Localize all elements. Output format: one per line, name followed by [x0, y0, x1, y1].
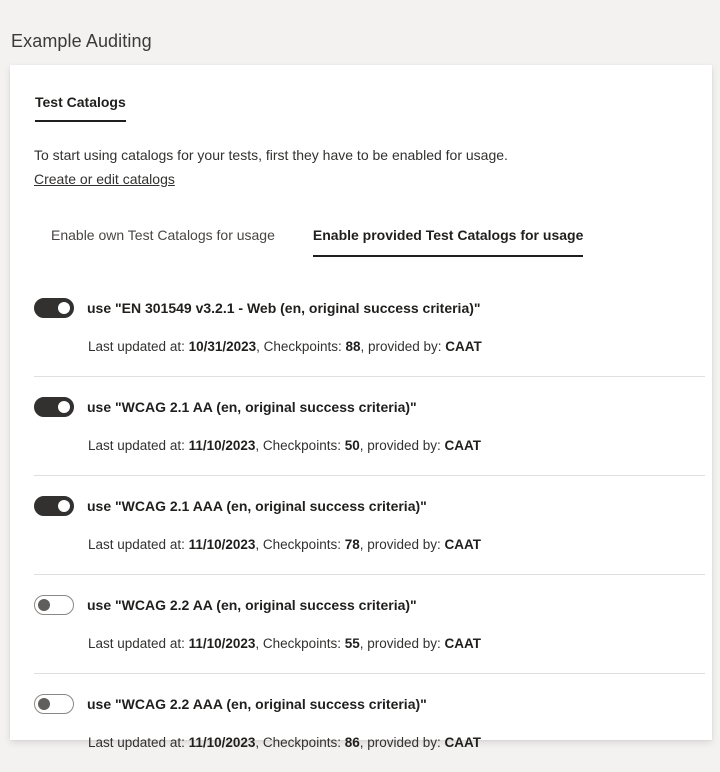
meta-provided-by-label: , provided by:: [360, 339, 446, 354]
catalog-row: use "WCAG 2.2 AA (en, original success c…: [10, 574, 712, 673]
meta-checkpoints-label: , Checkpoints:: [255, 438, 345, 453]
catalog-row-inner: use "WCAG 2.2 AA (en, original success c…: [34, 574, 705, 673]
catalog-row-header: use "WCAG 2.2 AA (en, original success c…: [34, 593, 681, 617]
catalog-row-inner: use "WCAG 2.1 AAA (en, original success …: [34, 475, 705, 574]
toggle-knob-icon: [38, 599, 50, 611]
catalog-meta: Last updated at: 11/10/2023, Checkpoints…: [34, 617, 681, 673]
meta-provided-by-value: CAAT: [444, 537, 482, 552]
meta-last-updated-label: Last updated at:: [88, 438, 189, 453]
toggle-knob-icon: [58, 302, 70, 314]
intro-section: To start using catalogs for your tests, …: [10, 122, 712, 189]
meta-provided-by-label: , provided by:: [359, 735, 445, 750]
meta-last-updated-value: 11/10/2023: [188, 636, 256, 651]
catalog-row: use "WCAG 2.1 AAA (en, original success …: [10, 475, 712, 574]
toggle-knob-icon: [38, 698, 50, 710]
catalog-meta: Last updated at: 11/10/2023, Checkpoints…: [34, 518, 681, 574]
page-title: Example Auditing: [11, 31, 152, 51]
catalog-row: use "WCAG 2.2 AAA (en, original success …: [10, 673, 712, 772]
create-or-edit-catalogs-link[interactable]: Create or edit catalogs: [34, 169, 175, 189]
intro-text: To start using catalogs for your tests, …: [34, 147, 508, 163]
catalog-row-header: use "EN 301549 v3.2.1 - Web (en, origina…: [34, 296, 681, 320]
catalog-label: use "EN 301549 v3.2.1 - Web (en, origina…: [87, 299, 481, 316]
catalog-row-header: use "WCAG 2.1 AA (en, original success c…: [34, 395, 681, 419]
pivot-tab-1[interactable]: Enable provided Test Catalogs for usage: [312, 226, 584, 257]
meta-provided-by-value: CAAT: [444, 438, 482, 453]
catalog-label: use "WCAG 2.2 AAA (en, original success …: [87, 695, 427, 712]
meta-last-updated-label: Last updated at:: [88, 339, 189, 354]
catalog-row-inner: use "WCAG 2.1 AA (en, original success c…: [34, 376, 705, 475]
catalog-row: use "WCAG 2.1 AA (en, original success c…: [10, 376, 712, 475]
meta-checkpoints-value: 78: [344, 537, 360, 552]
meta-checkpoints-value: 55: [344, 636, 360, 651]
meta-checkpoints-value: 88: [345, 339, 361, 354]
meta-checkpoints-label: , Checkpoints:: [255, 735, 345, 750]
catalog-label: use "WCAG 2.1 AA (en, original success c…: [87, 398, 417, 415]
pivot-tab-0[interactable]: Enable own Test Catalogs for usage: [51, 226, 275, 257]
meta-checkpoints-value: 50: [344, 438, 360, 453]
pivot-tabs: Enable own Test Catalogs for usage Enable…: [10, 189, 712, 257]
catalog-toggle-4[interactable]: [34, 694, 74, 714]
meta-last-updated-label: Last updated at:: [88, 537, 189, 552]
catalog-meta: Last updated at: 11/10/2023, Checkpoints…: [34, 716, 681, 772]
catalog-row-inner: use "EN 301549 v3.2.1 - Web (en, origina…: [34, 278, 705, 376]
meta-last-updated-value: 11/10/2023: [188, 537, 256, 552]
meta-provided-by-label: , provided by:: [359, 537, 445, 552]
meta-checkpoints-value: 86: [344, 735, 360, 750]
meta-last-updated-label: Last updated at:: [88, 636, 189, 651]
meta-provided-by-label: , provided by:: [359, 438, 445, 453]
meta-provided-by-value: CAAT: [445, 339, 482, 354]
meta-provided-by-value: CAAT: [444, 735, 482, 750]
catalog-meta: Last updated at: 10/31/2023, Checkpoints…: [34, 320, 681, 376]
meta-last-updated-value: 11/10/2023: [188, 438, 256, 453]
meta-last-updated-value: 10/31/2023: [188, 339, 257, 354]
catalog-toggle-0[interactable]: [34, 298, 74, 318]
tab-test-catalogs[interactable]: Test Catalogs: [35, 93, 126, 122]
catalog-row-header: use "WCAG 2.2 AAA (en, original success …: [34, 692, 681, 716]
catalog-meta: Last updated at: 11/10/2023, Checkpoints…: [34, 419, 681, 475]
meta-checkpoints-label: , Checkpoints:: [255, 537, 345, 552]
catalog-row-inner: use "WCAG 2.2 AAA (en, original success …: [34, 673, 705, 772]
toggle-knob-icon: [58, 500, 70, 512]
meta-checkpoints-label: , Checkpoints:: [255, 636, 345, 651]
catalog-row: use "EN 301549 v3.2.1 - Web (en, origina…: [10, 278, 712, 376]
catalog-toggle-2[interactable]: [34, 496, 74, 516]
catalog-row-header: use "WCAG 2.1 AAA (en, original success …: [34, 494, 681, 518]
catalog-label: use "WCAG 2.2 AA (en, original success c…: [87, 596, 417, 613]
toggle-knob-icon: [58, 401, 70, 413]
catalog-list: use "EN 301549 v3.2.1 - Web (en, origina…: [10, 278, 712, 772]
meta-checkpoints-label: , Checkpoints:: [256, 339, 346, 354]
catalog-toggle-3[interactable]: [34, 595, 74, 615]
primary-tabstrip: Test Catalogs: [10, 65, 712, 122]
meta-provided-by-label: , provided by:: [359, 636, 445, 651]
meta-last-updated-value: 11/10/2023: [188, 735, 256, 750]
catalog-toggle-1[interactable]: [34, 397, 74, 417]
meta-provided-by-value: CAAT: [444, 636, 482, 651]
meta-last-updated-label: Last updated at:: [88, 735, 189, 750]
catalog-label: use "WCAG 2.1 AAA (en, original success …: [87, 497, 427, 514]
test-catalogs-card: Test Catalogs To start using catalogs fo…: [10, 65, 712, 750]
